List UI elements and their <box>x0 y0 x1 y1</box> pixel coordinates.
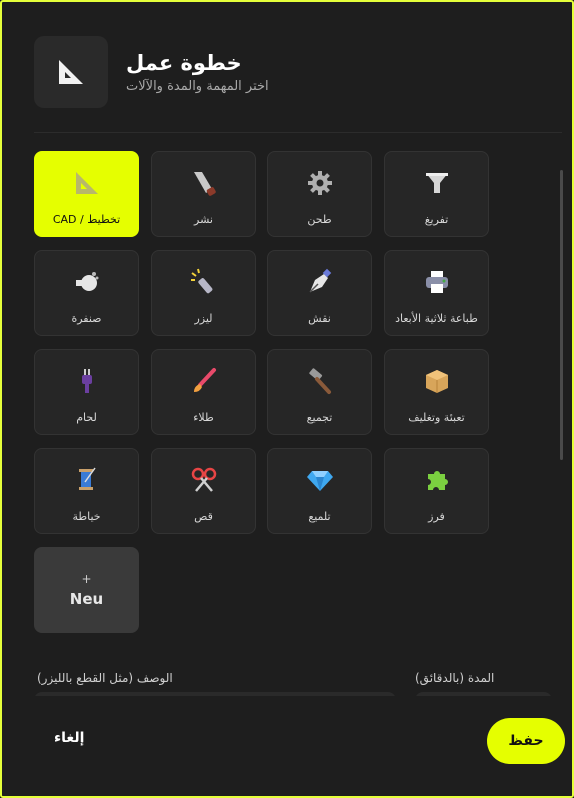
task-label: ليزر <box>194 312 213 325</box>
task-tile-cutting[interactable]: قص <box>151 448 256 534</box>
header-divider <box>34 132 562 133</box>
scrollbar[interactable] <box>560 170 563 460</box>
task-tile-laser[interactable]: ليزر <box>151 250 256 336</box>
dialog-title: خطوة عمل <box>126 51 242 75</box>
plus-icon: + <box>81 572 92 586</box>
paintbrush-icon <box>189 366 219 396</box>
task-tile-3d-printing[interactable]: طباعة ثلاثية الأبعاد <box>384 250 489 336</box>
task-tile-saw[interactable]: نشر <box>151 151 256 237</box>
gear-icon <box>305 168 335 198</box>
puzzle-icon <box>422 465 452 495</box>
task-tile-polishing[interactable]: تلميع <box>267 448 372 534</box>
scissors-icon <box>189 465 219 495</box>
soldering-iron-icon <box>72 366 102 396</box>
task-label: طلاء <box>193 411 214 424</box>
task-tile-assembly[interactable]: تجميع <box>267 349 372 435</box>
task-tile-sewing[interactable]: خياطة <box>34 448 139 534</box>
add-task-button[interactable]: + Neu <box>34 547 139 633</box>
task-label: تلميع <box>308 510 331 523</box>
laser-icon <box>189 267 219 297</box>
gem-icon <box>305 465 335 495</box>
task-tile-soldering[interactable]: لحام <box>34 349 139 435</box>
task-tile-packaging[interactable]: تعبئة وتغليف <box>384 349 489 435</box>
task-tile-cad[interactable]: CAD / تخطيط <box>34 151 139 237</box>
thread-spool-icon <box>72 465 102 495</box>
task-label: طحن <box>307 213 332 226</box>
hammer-icon <box>305 366 335 396</box>
task-label: لحام <box>76 411 97 424</box>
task-label: تجميع <box>306 411 333 424</box>
work-step-dialog: خطوة عمل اختر المهمة والمدة والآلات CAD … <box>0 0 574 798</box>
description-label: الوصف (مثل القطع بالليزر) <box>37 671 173 685</box>
task-label: تفريغ <box>424 213 449 226</box>
task-label: نقش <box>308 312 331 325</box>
save-button[interactable]: حفظ <box>487 718 565 764</box>
pen-nib-icon <box>305 267 335 297</box>
cancel-button[interactable]: إلغاء <box>54 730 84 746</box>
funnel-icon <box>422 168 452 198</box>
add-task-label: Neu <box>69 590 104 608</box>
sander-icon <box>72 267 102 297</box>
task-label: تعبئة وتغليف <box>408 411 465 424</box>
printer-icon <box>422 267 452 297</box>
task-label: CAD / تخطيط <box>52 213 121 226</box>
task-label: طباعة ثلاثية الأبعاد <box>395 312 478 325</box>
duration-label: المدة (بالدقائق) <box>415 671 495 685</box>
dialog-footer: إلغاء حفظ <box>2 696 572 796</box>
task-tile-engraving[interactable]: نقش <box>267 250 372 336</box>
task-label: فرز <box>428 510 445 523</box>
package-icon <box>422 366 452 396</box>
set-square-icon <box>72 168 102 198</box>
task-label: صنفرة <box>71 312 102 325</box>
dialog-header: خطوة عمل اختر المهمة والمدة والآلات <box>34 36 540 108</box>
task-tile-sorting[interactable]: فرز <box>384 448 489 534</box>
task-tile-grinding[interactable]: طحن <box>267 151 372 237</box>
dialog-subtitle: اختر المهمة والمدة والآلات <box>126 79 269 94</box>
task-tile-painting[interactable]: طلاء <box>151 349 256 435</box>
task-tile-sanding[interactable]: صنفرة <box>34 250 139 336</box>
set-square-icon <box>34 36 108 108</box>
task-label: خياطة <box>72 510 101 523</box>
saw-icon <box>189 168 219 198</box>
task-label: نشر <box>194 213 213 226</box>
task-tile-unloading[interactable]: تفريغ <box>384 151 489 237</box>
task-label: قص <box>194 510 213 523</box>
